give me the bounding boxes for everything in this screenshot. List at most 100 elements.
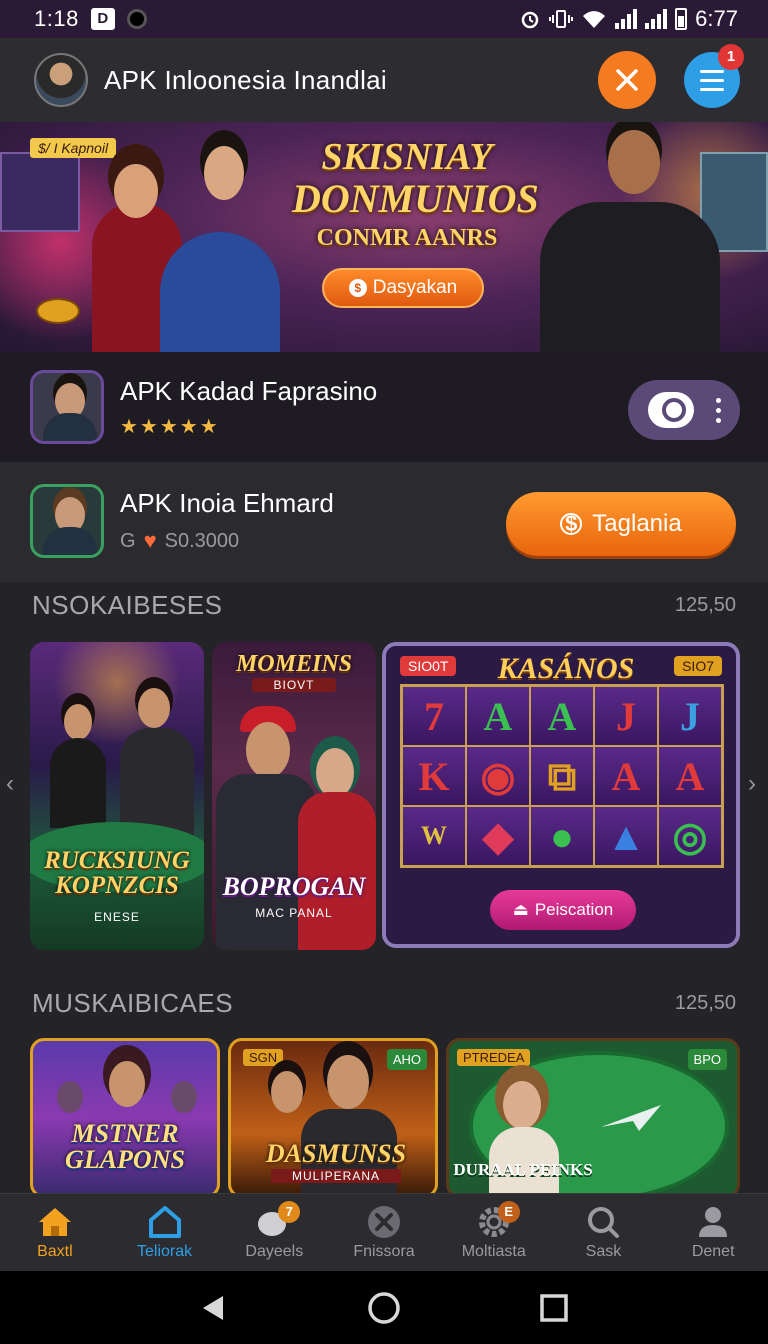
character-head — [503, 1081, 541, 1129]
avatar[interactable] — [34, 53, 88, 107]
app-icon — [30, 484, 104, 558]
character-body — [298, 792, 376, 950]
toggle-knob — [648, 392, 694, 428]
second-app-row[interactable]: APK Inoia Ehmard G ♥ S0.3000 $ Taglania — [0, 462, 768, 582]
card-top-subtitle: BIOVT — [252, 678, 336, 692]
card-tag: PTREDEA — [457, 1049, 531, 1066]
character-head — [246, 722, 290, 778]
notification-box-icon: D — [90, 8, 115, 30]
promo-banner[interactable]: $/ I Kapnoil SKISNIAY DONMUNIOS CONMR AA… — [0, 122, 768, 352]
character-head — [138, 688, 170, 728]
game-card[interactable]: PTREDEA BPO DURAAL PEINKS — [446, 1038, 740, 1198]
status-time: 1:18 — [34, 6, 79, 31]
heart-icon: ♥ — [143, 528, 157, 553]
close-circle-icon — [366, 1205, 402, 1239]
game-card[interactable]: MSTNER GLAPONS — [30, 1038, 220, 1198]
status-bar: 1:18 D 6:77 — [0, 0, 768, 38]
card-tag: SGN — [243, 1049, 284, 1066]
scroll-right-arrow[interactable]: › — [748, 770, 756, 798]
battery-icon — [675, 8, 688, 30]
banner-title-line: SKISNIAY — [321, 136, 493, 178]
card-top-title: MOMEINS — [235, 651, 353, 677]
arrow-logo-icon — [601, 1105, 661, 1131]
toggle-switch[interactable] — [628, 380, 740, 440]
slot-symbol: ● — [531, 807, 593, 865]
lock-icon: ⏏ — [512, 900, 529, 919]
bottom-navigation: Baxtl Teliorak 7 Dayeels Fnissora E Molt… — [0, 1193, 768, 1271]
nav-label: Baxtl — [37, 1242, 73, 1260]
signal-icon — [615, 9, 638, 29]
game-card[interactable]: SGN AHO DASMUNSS MULIPERANA — [228, 1038, 438, 1198]
character-head — [271, 1071, 303, 1113]
notification-dot-icon — [126, 9, 147, 29]
character-head — [57, 1081, 83, 1113]
status-indicators: 6:77 — [519, 6, 738, 32]
card-badge: AHO — [386, 1049, 427, 1070]
section-count[interactable]: 125,50 — [675, 992, 736, 1015]
nav-item-search[interactable]: Sask — [549, 1194, 659, 1271]
slot-symbol: W — [403, 807, 465, 865]
section-count[interactable]: 125,50 — [675, 594, 736, 617]
nav-item-chat[interactable]: 7 Dayeels — [219, 1194, 329, 1271]
install-button[interactable]: $ Taglania — [506, 492, 736, 556]
slot-symbol: A — [531, 687, 593, 745]
recents-icon[interactable] — [539, 1293, 569, 1323]
nav-item-store[interactable]: Teliorak — [110, 1194, 220, 1271]
alarm-icon — [521, 11, 539, 29]
app-meta: G ♥ S0.3000 — [120, 528, 239, 554]
nav-item-home[interactable]: Baxtl — [0, 1194, 110, 1271]
game-card[interactable]: MOMEINS BIOVT BOPROGAN MAC PANAL — [212, 642, 376, 950]
nav-label: Fnissora — [353, 1242, 415, 1260]
close-button[interactable] — [598, 51, 656, 109]
card-subtitle: MAC PANAL — [255, 906, 333, 920]
card-subtitle: ENESE — [94, 910, 140, 924]
card-title-line: RUCKSIUNG — [44, 847, 190, 874]
banner-character-head — [608, 130, 660, 194]
vibrate-icon — [549, 10, 574, 28]
menu-icon-line — [700, 87, 724, 91]
game-card[interactable]: RUCKSIUNG KOPNZCIS ENESE — [30, 642, 204, 950]
card-subtitle: MULIPERANA — [271, 1169, 401, 1183]
banner-cta-button[interactable]: $ Dasyakan — [322, 268, 484, 308]
battery-text: 6:77 — [695, 6, 738, 31]
slot-game-card[interactable]: SIO0T SIO7 KASÁNOS 7 A A J J K ◉ ⧉ A A W… — [382, 642, 740, 948]
nav-item-settings[interactable]: E Moltiasta — [439, 1194, 549, 1271]
slot-symbol: A — [595, 747, 657, 805]
home-circle-icon[interactable] — [367, 1291, 401, 1325]
section-header: MUSKAIBICAES 125,50 — [32, 988, 736, 1019]
nav-label: Teliorak — [137, 1242, 193, 1260]
system-navigation-bar — [0, 1271, 768, 1344]
page-title: APK Inloonesia Inandlai — [104, 64, 387, 95]
search-icon — [585, 1205, 621, 1239]
menu-button[interactable]: 1 — [684, 44, 744, 108]
character-head — [109, 1061, 145, 1107]
card-title: RUCKSIUNG KOPNZCIS — [34, 848, 200, 898]
nav-badge: E — [497, 1200, 520, 1223]
slot-play-button[interactable]: ⏏ Peiscation — [490, 890, 636, 930]
card-light — [30, 642, 204, 742]
coin-icon: $ — [348, 279, 367, 297]
card-title: DURAAL PEINKS — [453, 1160, 593, 1179]
banner-character-man — [160, 232, 280, 352]
wifi-icon — [583, 11, 606, 28]
nav-item-close[interactable]: Fnissora — [329, 1194, 439, 1271]
meta-prefix: G — [120, 529, 136, 552]
slot-symbol: ⧉ — [531, 747, 593, 805]
banner-character-head — [114, 164, 158, 218]
install-label: Taglania — [592, 510, 682, 537]
home-icon — [37, 1205, 73, 1239]
chat-icon: 7 — [256, 1200, 301, 1239]
slot-symbol: ▲ — [595, 807, 657, 865]
nav-label: Dayeels — [245, 1242, 304, 1260]
more-options-icon[interactable] — [716, 397, 721, 423]
meta-amount: S0.3000 — [164, 529, 240, 552]
back-icon[interactable] — [199, 1293, 229, 1323]
slot-symbol: ◉ — [467, 747, 529, 805]
slot-play-label: Peiscation — [534, 900, 614, 919]
card-title-line: MSTNER — [71, 1119, 179, 1148]
slot-title: KASÁNOS — [497, 652, 635, 685]
scroll-left-arrow[interactable]: ‹ — [6, 770, 14, 798]
featured-app-row[interactable]: APK Kadad Faprasino ★★★★★ — [0, 352, 768, 462]
character-head — [64, 704, 92, 740]
nav-item-profile[interactable]: Denet — [658, 1194, 768, 1271]
